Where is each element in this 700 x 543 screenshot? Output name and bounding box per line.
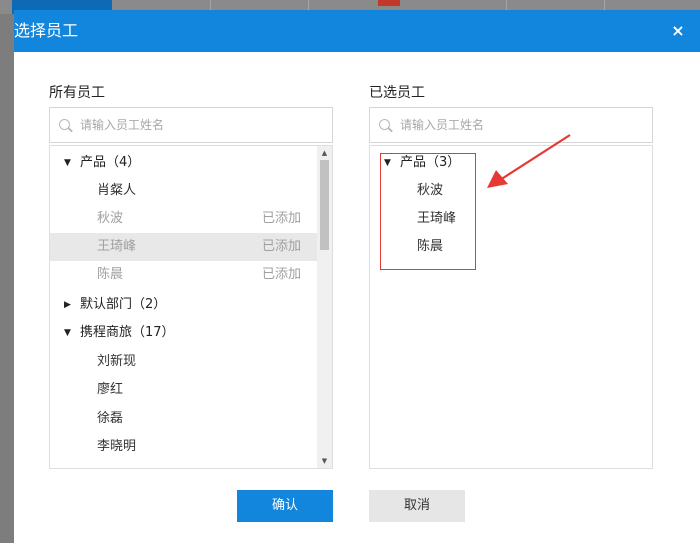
list-scrollbar[interactable]: ▲ ▼ <box>317 146 332 468</box>
selected-employees-title: 已选员工 <box>369 85 425 101</box>
employee-name: 陈晨 <box>97 267 124 282</box>
employee-name: 廖红 <box>97 382 124 397</box>
employee-row[interactable]: 李晓明 <box>50 433 318 461</box>
dialog-header: 选择员工 × <box>14 10 700 52</box>
group-label: 携程商旅（17） <box>80 325 175 340</box>
background-badge <box>378 0 400 6</box>
confirm-button[interactable]: 确认 <box>237 490 333 522</box>
scroll-down-icon[interactable]: ▼ <box>317 454 332 468</box>
employee-row[interactable]: 陈晨 已添加 <box>50 261 318 289</box>
employee-row[interactable]: 肖粲人 <box>50 177 318 205</box>
search-icon <box>59 119 70 130</box>
employee-name: 秋波 <box>97 211 124 226</box>
cancel-button[interactable]: 取消 <box>369 490 465 522</box>
select-employee-dialog: 选择员工 × 所有员工 ▼ 产品（4） 肖粲人 秋波 已添加 王琦峰 已添加 陈… <box>14 10 700 543</box>
scroll-up-icon[interactable]: ▲ <box>317 146 332 160</box>
annotation-arrow-icon <box>487 134 571 188</box>
added-status: 已添加 <box>262 211 302 226</box>
employee-row[interactable]: 廖红 <box>50 376 318 404</box>
all-employees-title: 所有员工 <box>49 85 105 101</box>
scrollbar-thumb[interactable] <box>320 160 329 250</box>
annotation-highlight-box <box>380 153 476 270</box>
selected-employees-list: ▼ 产品（3） 秋波 王琦峰 陈晨 <box>369 145 653 469</box>
added-status: 已添加 <box>262 239 302 254</box>
close-icon[interactable]: × <box>668 21 688 41</box>
employee-name: 刘新现 <box>97 354 137 369</box>
employee-row[interactable]: 徐磊 <box>50 405 318 433</box>
employee-name: 肖粲人 <box>97 183 137 198</box>
chevron-down-icon[interactable]: ▼ <box>64 319 71 347</box>
group-row-ctrip[interactable]: ▼ 携程商旅（17） <box>50 319 318 347</box>
employee-row[interactable]: 刘新现 <box>50 348 318 376</box>
group-row-product[interactable]: ▼ 产品（4） <box>50 149 318 177</box>
added-status: 已添加 <box>262 267 302 282</box>
all-employees-search-input[interactable] <box>80 115 320 135</box>
employee-name: 李晓明 <box>97 439 137 454</box>
all-employees-search[interactable] <box>49 107 333 143</box>
employee-row[interactable]: 王琦峰 已添加 <box>50 233 318 261</box>
group-label: 产品（4） <box>80 155 141 170</box>
chevron-down-icon[interactable]: ▼ <box>64 149 71 177</box>
search-icon <box>379 119 390 130</box>
employee-name: 王琦峰 <box>97 239 137 254</box>
employee-row[interactable]: 秋波 已添加 <box>50 205 318 233</box>
group-label: 默认部门（2） <box>80 297 167 312</box>
chevron-right-icon[interactable]: ▶ <box>64 291 71 319</box>
employee-name: 徐磊 <box>97 411 124 426</box>
group-row-default-dept[interactable]: ▶ 默认部门（2） <box>50 291 318 319</box>
dialog-title: 选择员工 <box>14 21 79 40</box>
all-employees-list: ▼ 产品（4） 肖粲人 秋波 已添加 王琦峰 已添加 陈晨 已添加 ▶ 默认部门… <box>49 145 333 469</box>
